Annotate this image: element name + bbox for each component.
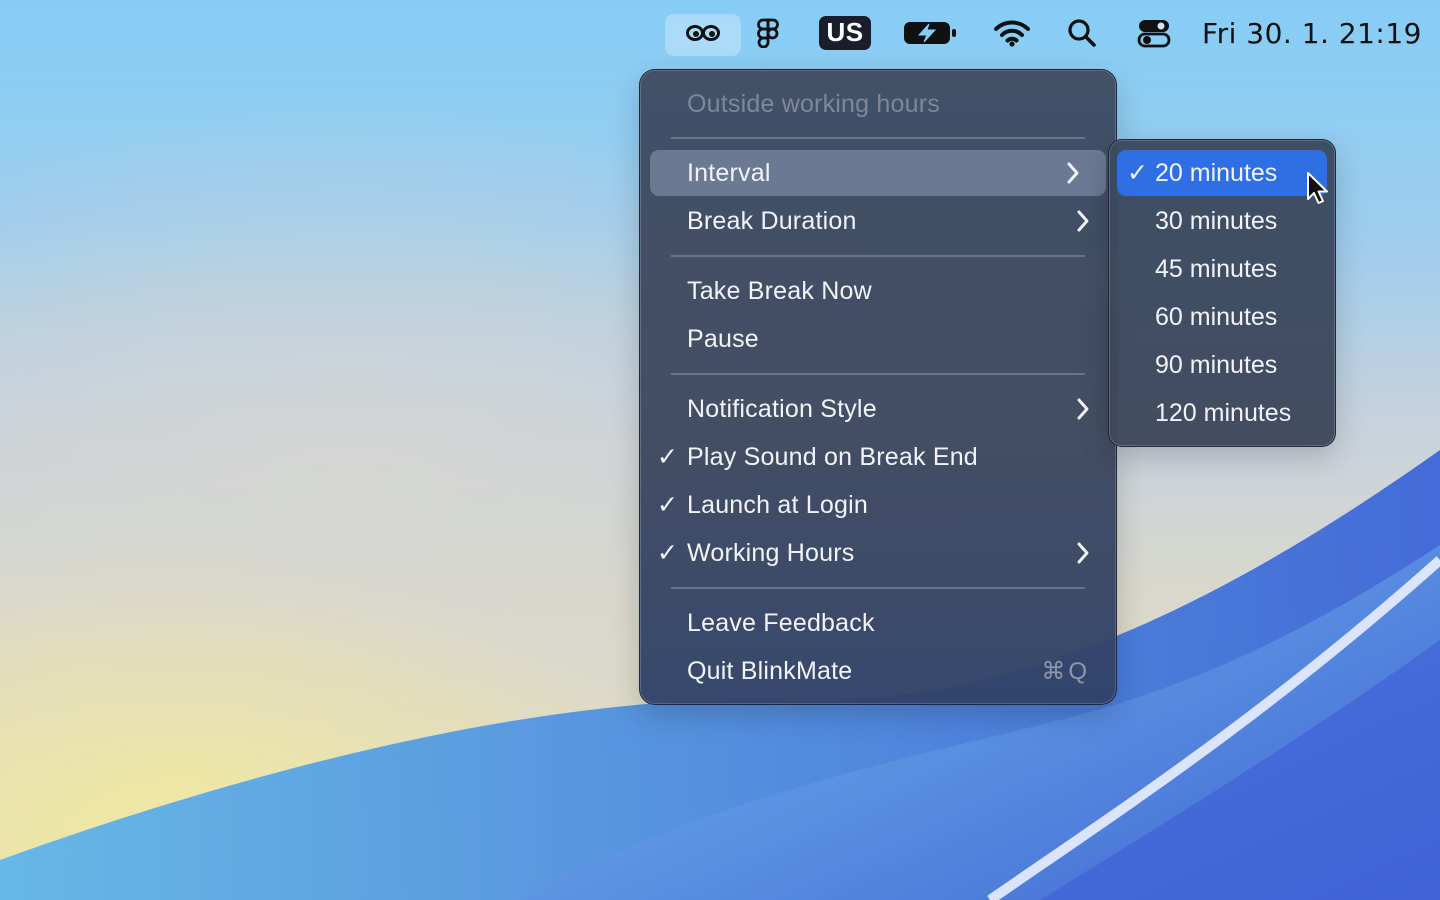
- checkmark-icon: ✓: [1127, 159, 1148, 187]
- menu-item-play-sound-on-break-end[interactable]: ✓ Play Sound on Break End: [640, 434, 1116, 480]
- chevron-right-icon: [1077, 398, 1089, 420]
- wifi-status-item[interactable]: [990, 0, 1034, 66]
- menu-item-label: Working Hours: [687, 538, 855, 567]
- battery-status-item[interactable]: [900, 0, 960, 66]
- interval-option-60[interactable]: 60 minutes: [1117, 294, 1327, 340]
- keyboard-layout-item[interactable]: US: [818, 0, 872, 66]
- checkmark-icon: ✓: [657, 491, 679, 519]
- interval-option-30[interactable]: 30 minutes: [1117, 198, 1327, 244]
- search-icon: [1068, 19, 1096, 47]
- menu-item-notification-style[interactable]: Notification Style: [640, 386, 1116, 432]
- interval-option-label: 60 minutes: [1155, 302, 1278, 331]
- menu-item-label: Pause: [687, 324, 759, 353]
- menu-item-label: Leave Feedback: [687, 608, 875, 637]
- chevron-right-icon: [1077, 210, 1089, 232]
- spotlight-status-item[interactable]: [1062, 0, 1102, 66]
- blinkmate-status-item[interactable]: [665, 0, 741, 66]
- interval-option-label: 20 minutes: [1155, 158, 1278, 187]
- menu-separator: [671, 255, 1085, 257]
- wifi-icon: [994, 20, 1030, 47]
- checkmark-icon: ✓: [657, 539, 679, 567]
- menu-item-label: Quit BlinkMate: [687, 656, 853, 685]
- menu-item-label: Play Sound on Break End: [687, 442, 978, 471]
- chevron-right-icon: [1077, 542, 1089, 564]
- control-center-icon: [1137, 20, 1171, 48]
- menu-item-launch-at-login[interactable]: ✓ Launch at Login: [640, 482, 1116, 528]
- menu-item-take-break-now[interactable]: Take Break Now: [640, 268, 1116, 314]
- menu-item-label: Break Duration: [687, 206, 857, 235]
- menu-bar: US Fri 30. 1. 21:19: [0, 0, 1440, 66]
- interval-submenu: ✓ 20 minutes 30 minutes 45 minutes 60 mi…: [1108, 139, 1336, 447]
- interval-option-label: 30 minutes: [1155, 206, 1278, 235]
- interval-option-label: 120 minutes: [1155, 398, 1292, 427]
- blinkmate-eyes-icon: [686, 25, 720, 41]
- interval-option-label: 90 minutes: [1155, 350, 1278, 379]
- menu-item-label: Take Break Now: [687, 276, 872, 305]
- figma-icon: [757, 18, 779, 48]
- menu-item-pause[interactable]: Pause: [640, 316, 1116, 362]
- interval-option-45[interactable]: 45 minutes: [1117, 246, 1327, 292]
- menu-item-interval[interactable]: Interval: [650, 150, 1106, 196]
- menu-item-working-hours[interactable]: ✓ Working Hours: [640, 530, 1116, 576]
- interval-option-90[interactable]: 90 minutes: [1117, 342, 1327, 388]
- keyboard-shortcut: ⌘Q: [1041, 657, 1090, 685]
- menu-item-quit[interactable]: Quit BlinkMate ⌘Q: [640, 648, 1116, 694]
- blinkmate-menu: Outside working hours Interval Break Dur…: [639, 69, 1117, 705]
- mouse-pointer-icon: [1307, 172, 1328, 204]
- menu-item-label: Launch at Login: [687, 490, 868, 519]
- menu-separator: [671, 137, 1085, 139]
- chevron-right-icon: [1067, 162, 1079, 184]
- menu-bar-clock[interactable]: Fri 30. 1. 21:19: [1200, 0, 1424, 66]
- interval-option-20[interactable]: ✓ 20 minutes: [1117, 150, 1327, 196]
- figma-status-item[interactable]: [750, 0, 786, 66]
- working-hours-status-header: Outside working hours: [687, 89, 940, 118]
- control-center-status-item[interactable]: [1132, 0, 1176, 66]
- menu-item-leave-feedback[interactable]: Leave Feedback: [640, 600, 1116, 646]
- menu-item-label: Interval: [687, 158, 771, 187]
- checkmark-icon: ✓: [657, 443, 679, 471]
- battery-charging-icon: [904, 22, 956, 44]
- menu-separator: [671, 587, 1085, 589]
- menu-item-label: Notification Style: [687, 394, 877, 423]
- menu-separator: [671, 373, 1085, 375]
- interval-option-120[interactable]: 120 minutes: [1117, 390, 1327, 436]
- keyboard-layout-badge: US: [819, 16, 871, 50]
- interval-option-label: 45 minutes: [1155, 254, 1278, 283]
- menu-item-break-duration[interactable]: Break Duration: [640, 198, 1116, 244]
